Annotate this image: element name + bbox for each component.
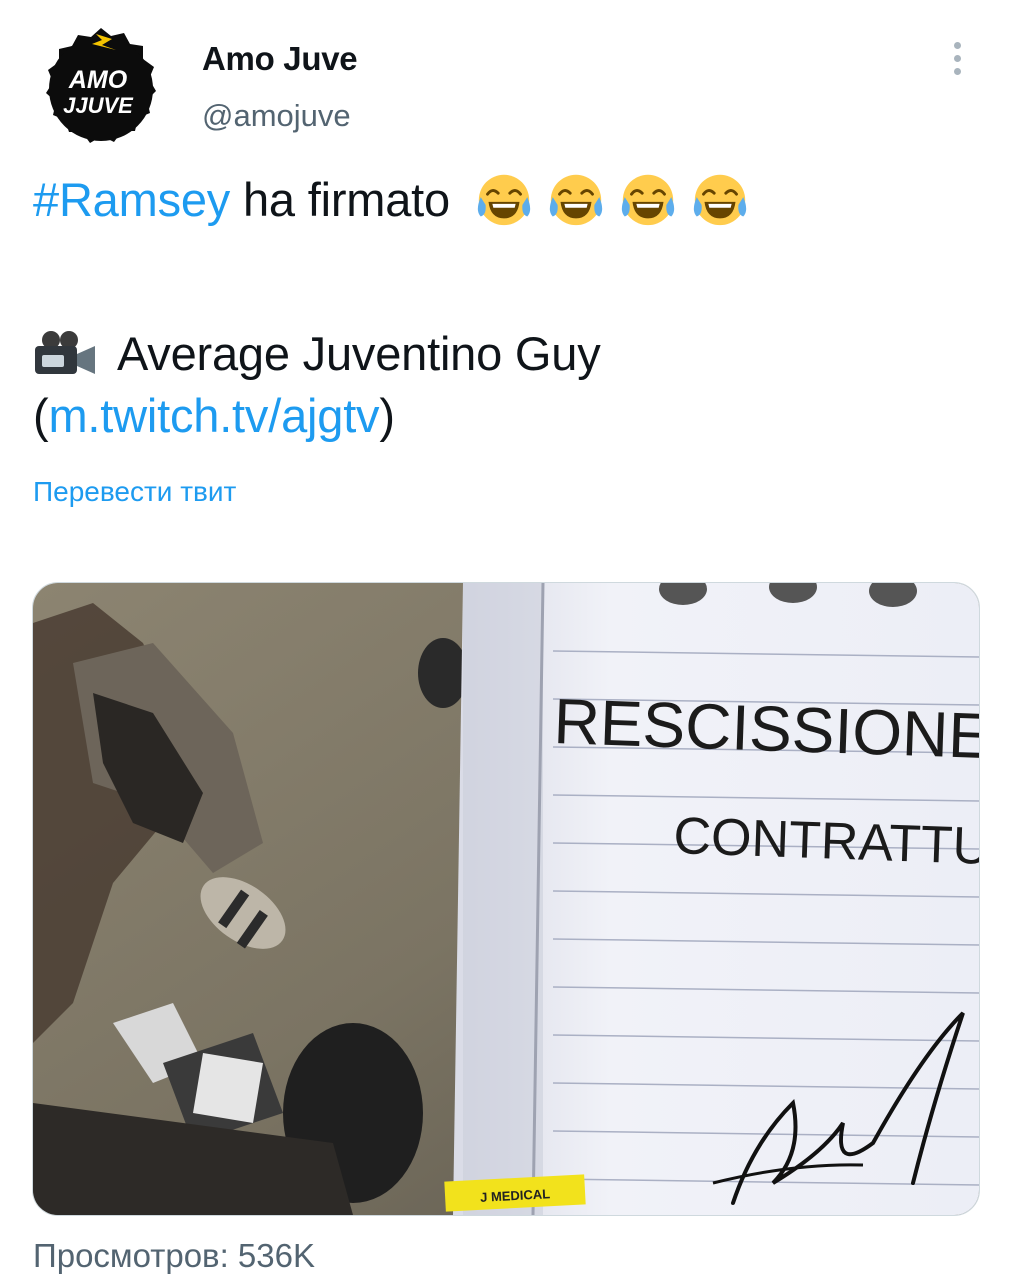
author-handle[interactable]: @amojuve (202, 98, 351, 134)
paren-close: ) (379, 389, 395, 442)
tweet-line-1: #Ramsey ha firmato (33, 168, 983, 231)
notebook-photo: RESCISSIONE CONTRATTU J MEDICAL (33, 583, 979, 1215)
hashtag-link[interactable]: #Ramsey (33, 173, 230, 226)
author-display-name[interactable]: Amo Juve (202, 40, 358, 78)
notebook-text-line1: RESCISSIONE (553, 685, 979, 772)
movie-camera-icon (35, 331, 95, 374)
credit-name: Average Juventino Guy (117, 327, 601, 380)
tears-of-joy-emoji-icon (693, 174, 746, 226)
twitch-link[interactable]: m.twitch.tv/ajgtv (48, 389, 379, 442)
tears-of-joy-emoji-icon (621, 174, 674, 226)
avatar[interactable]: AMO JJUVE (36, 24, 166, 154)
notebook-text-line2: CONTRATTU (673, 807, 979, 876)
tears-of-joy-emoji-icon (549, 174, 602, 226)
tweet-text-body: ha firmato (230, 173, 450, 226)
avatar-text-line2: JJUVE (63, 93, 134, 118)
paren-open: ( (33, 389, 49, 442)
more-dot-icon (954, 68, 961, 75)
tweet-line-link: (m.twitch.tv/ajgtv) (33, 385, 983, 447)
views-count: Просмотров: 536K (33, 1237, 315, 1274)
more-options-button[interactable] (940, 38, 976, 78)
tweet-text: #Ramsey ha firmato Average Juventino Guy… (33, 168, 983, 447)
tears-of-joy-emoji-icon (477, 174, 530, 226)
more-dot-icon (954, 55, 961, 62)
avatar-text-line1: AMO (68, 66, 128, 94)
tweet-media-image[interactable]: RESCISSIONE CONTRATTU J MEDICAL (32, 582, 980, 1216)
tweet-line-credit: Average Juventino Guy (33, 323, 983, 385)
more-dot-icon (954, 42, 961, 49)
translate-tweet-link[interactable]: Перевести твит (33, 476, 236, 508)
amo-juve-logo-icon: AMO JJUVE (46, 28, 156, 143)
